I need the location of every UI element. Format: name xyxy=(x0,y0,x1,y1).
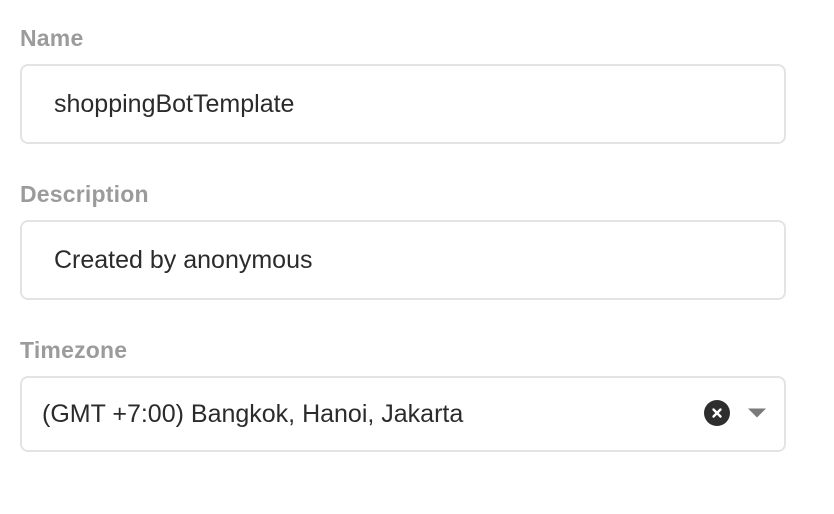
timezone-label: Timezone xyxy=(20,337,128,363)
bot-settings-form: Name Description Timezone (GMT +7:00) Ba… xyxy=(0,0,834,514)
name-input[interactable] xyxy=(54,66,768,142)
name-field-box[interactable] xyxy=(20,64,786,144)
description-field-box[interactable] xyxy=(20,220,786,300)
close-icon xyxy=(712,408,722,418)
timezone-selected-value[interactable]: (GMT +7:00) Bangkok, Hanoi, Jakarta xyxy=(42,378,463,450)
description-label: Description xyxy=(20,181,149,207)
timezone-select[interactable]: (GMT +7:00) Bangkok, Hanoi, Jakarta xyxy=(20,376,786,452)
name-label: Name xyxy=(20,25,84,51)
description-input[interactable] xyxy=(54,222,768,298)
caret-down-icon[interactable] xyxy=(744,400,770,426)
caret-down-shape xyxy=(748,408,766,418)
close-circle-icon[interactable] xyxy=(704,400,730,426)
